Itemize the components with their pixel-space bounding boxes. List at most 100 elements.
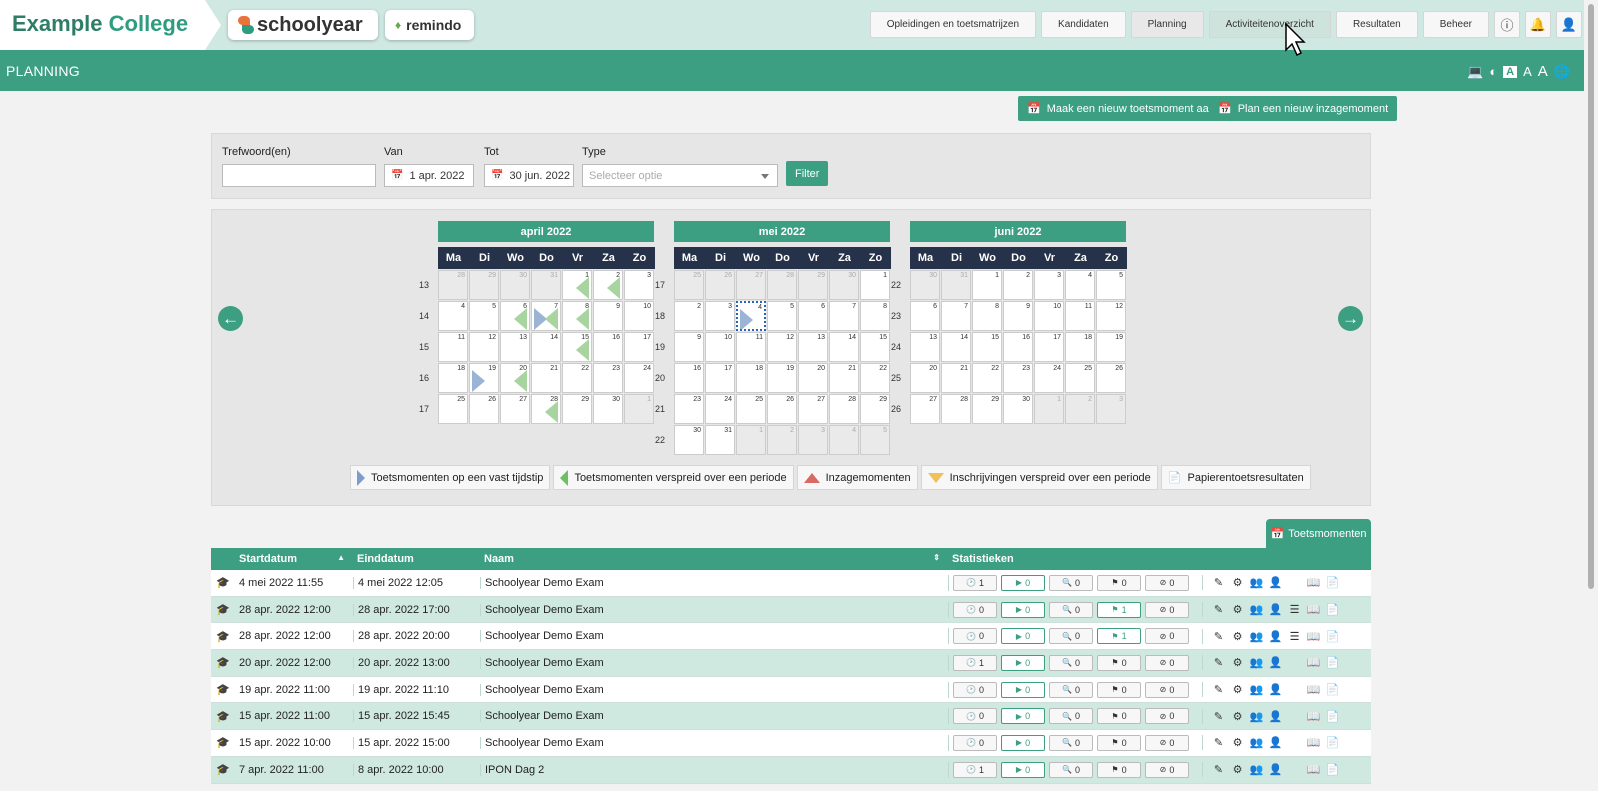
calendar-day[interactable]: 18 — [438, 363, 468, 393]
edit-icon[interactable]: ✎ — [1211, 709, 1226, 724]
calendar-day[interactable]: 22 — [562, 363, 592, 393]
calendar-day[interactable]: 13 — [500, 332, 530, 362]
book-icon[interactable]: 📖 — [1306, 709, 1321, 724]
month-title[interactable]: juni 2022 — [910, 221, 1126, 242]
calendar-day[interactable]: 28 — [829, 394, 859, 424]
calendar-day[interactable]: 7 — [941, 301, 971, 331]
calendar-day[interactable]: 26 — [705, 270, 735, 300]
calendar-day[interactable]: 11 — [736, 332, 766, 362]
cell-name[interactable]: IPON Dag 2 — [480, 763, 948, 776]
calendar-day[interactable]: 14 — [829, 332, 859, 362]
calendar-day[interactable]: 10 — [1034, 301, 1064, 331]
stat-badge[interactable]: ⚑ 1 — [1097, 601, 1141, 618]
stat-badge[interactable]: ⊘ 0 — [1145, 761, 1189, 778]
calendar-day[interactable]: 9 — [593, 301, 623, 331]
scrollbar[interactable] — [1584, 0, 1598, 791]
calendar-day[interactable]: 26 — [767, 394, 797, 424]
stat-badge[interactable]: ⊘ 0 — [1145, 654, 1189, 671]
users-icon[interactable]: 👥 — [1249, 655, 1264, 670]
stat-badge[interactable]: 🔍 0 — [1049, 761, 1093, 778]
calendar-day[interactable]: 17 — [705, 363, 735, 393]
calendar-day[interactable]: 3 — [1034, 270, 1064, 300]
stat-badge[interactable]: 🕑 1 — [953, 574, 997, 591]
new-test-moment-button[interactable]: 📅 Maak een nieuw toetsmoment aan — [1018, 96, 1224, 121]
calendar-day[interactable]: 28 — [941, 394, 971, 424]
calendar-day[interactable]: 25 — [438, 394, 468, 424]
calendar-day[interactable]: 30 — [593, 394, 623, 424]
cell-name[interactable]: Schoolyear Demo Exam — [480, 576, 948, 589]
table-row[interactable]: 🎓 28 apr. 2022 12:00 28 apr. 2022 17:00 Sch… — [211, 596, 1371, 624]
calendar-day[interactable]: 23 — [593, 363, 623, 393]
calendar-day[interactable]: 29 — [860, 394, 890, 424]
calendar-day[interactable]: 11 — [1065, 301, 1095, 331]
book-icon[interactable]: 📖 — [1306, 655, 1321, 670]
settings-icon[interactable]: ⚙ — [1230, 762, 1245, 777]
stat-badge[interactable]: 🔍 0 — [1049, 601, 1093, 618]
table-row[interactable]: 🎓 19 apr. 2022 11:00 19 apr. 2022 11:10 Sch… — [211, 676, 1371, 704]
stat-badge[interactable]: ⊘ 0 — [1145, 601, 1189, 618]
stat-badge[interactable]: ▶ 0 — [1001, 708, 1045, 725]
calendar-day[interactable]: 7 — [531, 301, 561, 331]
calendar-day[interactable]: 7 — [829, 301, 859, 331]
user-settings-icon[interactable]: 👤 — [1268, 575, 1283, 590]
stat-badge[interactable]: 🔍 0 — [1049, 708, 1093, 725]
calendar-day[interactable]: 6 — [910, 301, 940, 331]
stat-badge[interactable]: ⊘ 0 — [1145, 681, 1189, 698]
calendar-day[interactable]: 20 — [798, 363, 828, 393]
nav-kandidaten[interactable]: Kandidaten — [1041, 11, 1126, 38]
calendar-day[interactable]: 25 — [1065, 363, 1095, 393]
scrollbar-thumb[interactable] — [1588, 4, 1594, 589]
pdf-icon[interactable]: 📄 — [1325, 629, 1340, 644]
stat-badge[interactable]: 🔍 0 — [1049, 734, 1093, 751]
calendar-day[interactable]: 30 — [829, 270, 859, 300]
stat-badge[interactable]: ⚑ 0 — [1097, 761, 1141, 778]
nav-beheer[interactable]: Beheer — [1422, 11, 1489, 38]
calendar-day[interactable]: 27 — [910, 394, 940, 424]
list-icon[interactable]: ☰ — [1287, 629, 1302, 644]
user-settings-icon[interactable]: 👤 — [1268, 655, 1283, 670]
calendar-day[interactable]: 1 — [860, 270, 890, 300]
calendar-day[interactable]: 2 — [1003, 270, 1033, 300]
stat-badge[interactable]: 🔍 0 — [1049, 654, 1093, 671]
settings-icon[interactable]: ⚙ — [1230, 735, 1245, 750]
stat-badge[interactable]: ▶ 0 — [1001, 681, 1045, 698]
calendar-day[interactable]: 6 — [798, 301, 828, 331]
calendar-day[interactable]: 28 — [438, 270, 468, 300]
calendar-day[interactable]: 2 — [674, 301, 704, 331]
cell-name[interactable]: Schoolyear Demo Exam — [480, 656, 948, 669]
user-settings-icon[interactable]: 👤 — [1268, 762, 1283, 777]
header-name[interactable]: Naam ⇕ — [480, 553, 948, 565]
calendar-day[interactable]: 20 — [910, 363, 940, 393]
calendar-day[interactable]: 11 — [438, 332, 468, 362]
stat-badge[interactable]: ⚑ 0 — [1097, 574, 1141, 591]
table-row[interactable]: 🎓 15 apr. 2022 11:00 15 apr. 2022 15:45 Sch… — [211, 703, 1371, 731]
calendar-day[interactable]: 25 — [736, 394, 766, 424]
calendar-day[interactable]: 4 — [1065, 270, 1095, 300]
edit-icon[interactable]: ✎ — [1211, 602, 1226, 617]
header-end[interactable]: Einddatum — [353, 553, 480, 565]
stat-badge[interactable]: ⊘ 0 — [1145, 574, 1189, 591]
calendar-day[interactable]: 12 — [1096, 301, 1126, 331]
calendar-day[interactable]: 26 — [469, 394, 499, 424]
book-icon[interactable]: 📖 — [1306, 762, 1321, 777]
users-icon[interactable]: 👥 — [1249, 709, 1264, 724]
stat-badge[interactable]: 🔍 0 — [1049, 574, 1093, 591]
pdf-icon[interactable]: 📄 — [1325, 709, 1340, 724]
font-larger-icon[interactable]: A — [1538, 63, 1548, 80]
calendar-day[interactable]: 31 — [941, 270, 971, 300]
table-row[interactable]: 🎓 7 apr. 2022 11:00 8 apr. 2022 10:00 IPON … — [211, 756, 1371, 784]
settings-icon[interactable]: ⚙ — [1230, 709, 1245, 724]
from-date-input[interactable]: 📅 1 apr. 2022 — [384, 164, 474, 187]
calendar-day[interactable]: 6 — [500, 301, 530, 331]
edit-icon[interactable]: ✎ — [1211, 629, 1226, 644]
header-start[interactable]: Startdatum ▲ — [235, 553, 353, 565]
info-icon[interactable]: ⓘ — [1494, 11, 1520, 38]
calendar-day[interactable]: 3 — [705, 301, 735, 331]
users-icon[interactable]: 👥 — [1249, 682, 1264, 697]
type-select[interactable]: Selecteer optie — [582, 164, 778, 187]
nav-resultaten[interactable]: Resultaten — [1335, 11, 1418, 38]
calendar-day[interactable]: 19 — [767, 363, 797, 393]
calendar-day[interactable]: 3 — [624, 270, 654, 300]
stat-badge[interactable]: 🕑 0 — [953, 681, 997, 698]
calendar-day[interactable]: 3 — [1096, 394, 1126, 424]
